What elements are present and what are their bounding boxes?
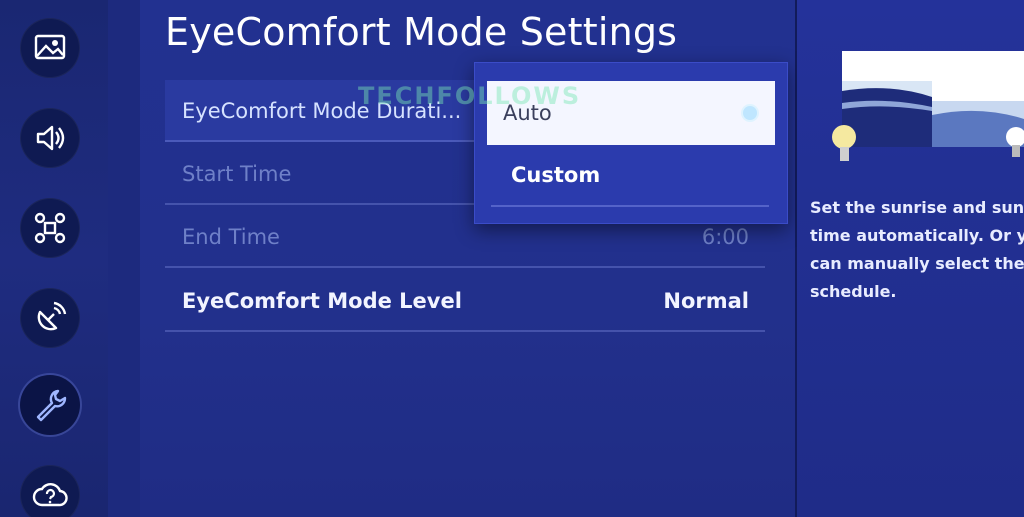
sidebar-item-broadcasting[interactable] [20,288,80,348]
picture-icon [34,34,66,60]
sidebar-item-general[interactable] [20,375,80,435]
support-icon [32,483,68,507]
row-label: End Time [182,225,280,249]
row-value: Normal [663,289,749,313]
sidebar-item-picture[interactable] [20,18,80,78]
general-wrench-icon [36,389,67,422]
settings-sidebar [0,0,108,517]
sidebar-item-support[interactable] [20,465,80,517]
row-eyecomfort-level[interactable]: EyeComfort Mode Level Normal [165,270,765,332]
info-line: Set the sunrise and sunset [810,198,1024,217]
info-line: schedule. [810,282,897,301]
radio-selected-icon [743,106,757,120]
sidebar-item-sound[interactable] [20,108,80,168]
sidebar-item-connection[interactable] [20,198,80,258]
info-description: Set the sunrise and sunset time automati… [810,194,1024,306]
divider [491,205,769,207]
connection-icon [34,212,66,244]
option-custom[interactable]: Custom [511,163,600,187]
info-line: time automatically. Or you [810,226,1024,245]
row-value: 6:00 [701,225,749,249]
page-title: EyeComfort Mode Settings [165,10,678,54]
day-night-illustration-icon [832,51,1024,161]
broadcasting-icon [37,301,67,331]
sound-icon [36,125,65,151]
watermark: TECHFOLLOWS [358,82,582,110]
row-label: EyeComfort Mode Level [182,289,462,313]
info-line: can manually select the [810,254,1024,273]
row-label: Start Time [182,162,292,186]
